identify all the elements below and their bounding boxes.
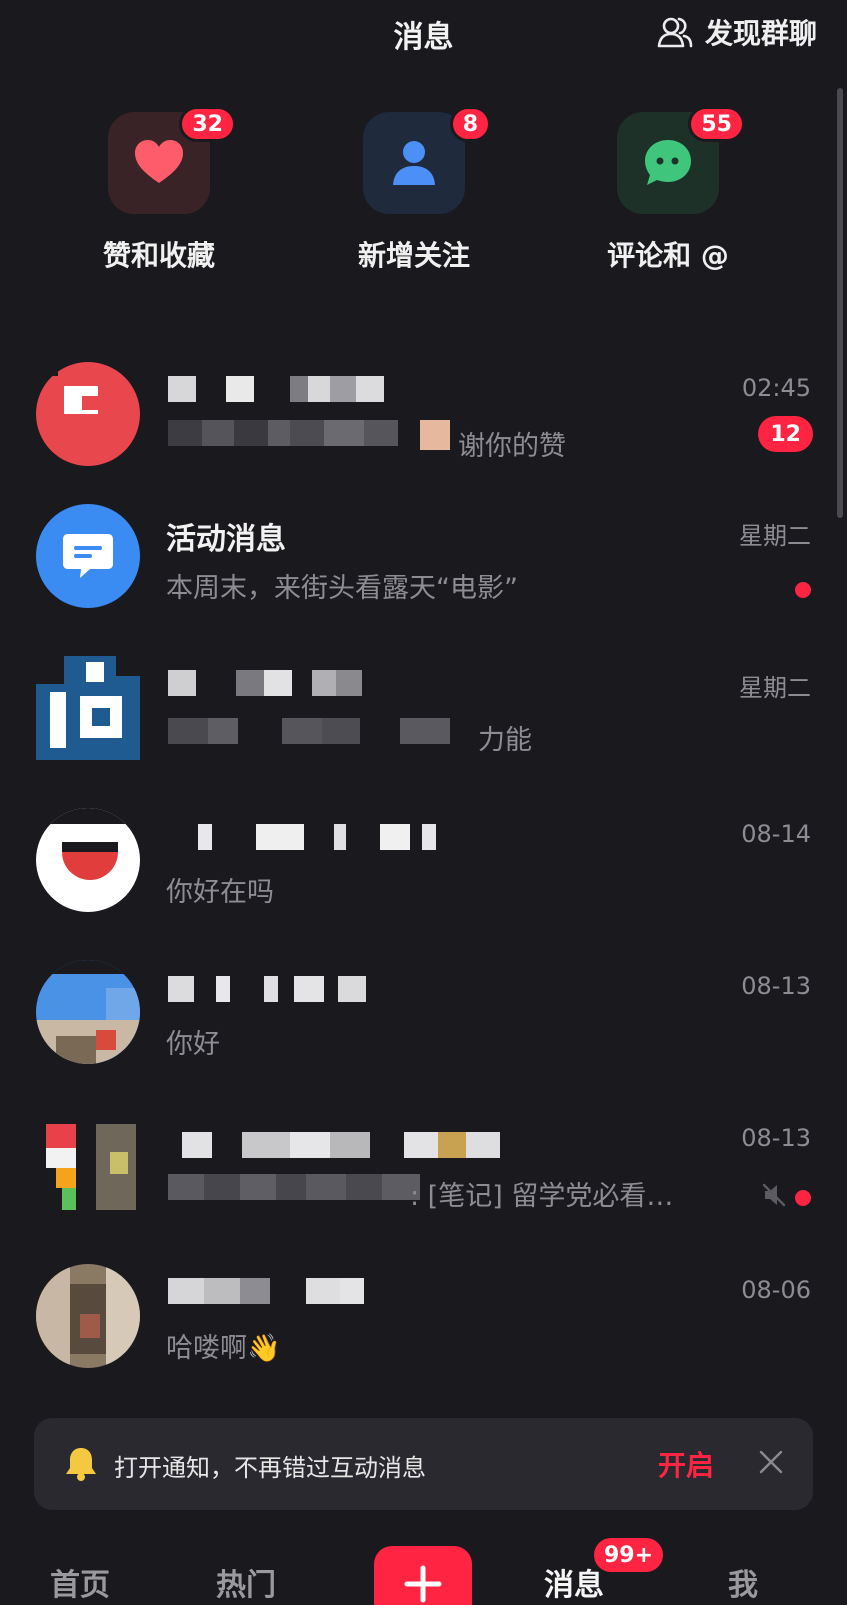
chat-item-2[interactable]: 活动消息 本周末，来街头看露天“电影” 星期二 <box>0 500 847 650</box>
chat-item-3[interactable]: 力能 星期二 <box>0 652 847 802</box>
category-comments[interactable]: 55 评论和 @ <box>588 106 748 274</box>
avatar <box>36 362 140 466</box>
blurred-name <box>168 376 384 402</box>
comments-badge: 55 <box>688 106 745 142</box>
comments-label: 评论和 @ <box>607 239 729 272</box>
avatar <box>36 960 140 1064</box>
chat-preview: 你好 <box>166 1029 220 1060</box>
tab-home[interactable]: 首页 <box>50 1560 110 1604</box>
mute-icon <box>762 1183 786 1207</box>
unread-dot <box>795 582 811 598</box>
likes-tile: 32 <box>108 106 236 214</box>
people-icon <box>657 17 693 48</box>
chat-time: 08-13 <box>741 972 811 1000</box>
blurred-name <box>168 824 436 850</box>
chat-item-4[interactable]: 你好在吗 08-14 <box>0 804 847 954</box>
blurred-name <box>168 1132 500 1158</box>
emoji-thumbnail <box>420 420 450 450</box>
chat-item-7[interactable]: 哈喽啊👋 08-06 <box>0 1260 847 1410</box>
bottom-tab-bar: 首页 热门 消息 99+ 我 <box>0 1510 847 1605</box>
followers-label: 新增关注 <box>357 239 470 272</box>
followers-badge: 8 <box>449 106 491 142</box>
activity-message-icon <box>63 534 113 578</box>
blurred-name <box>168 670 362 696</box>
comments-tile: 55 <box>617 106 745 214</box>
chat-preview: 你好在吗 <box>166 877 274 908</box>
notification-banner: 打开通知，不再错过互动消息 开启 <box>34 1418 813 1510</box>
chat-preview: 哈喽啊👋 <box>166 1333 281 1364</box>
chat-time: 08-14 <box>741 820 811 848</box>
heart-icon <box>135 140 183 183</box>
bell-icon <box>66 1448 96 1481</box>
discover-label: 发现群聊 <box>704 17 817 50</box>
chat-name: 活动消息 <box>166 522 286 557</box>
avatar <box>36 504 140 608</box>
chat-time: 星期二 <box>739 522 811 550</box>
close-icon[interactable] <box>755 1446 787 1478</box>
banner-text: 打开通知，不再错过互动消息 <box>114 1454 426 1482</box>
avatar <box>36 1112 140 1216</box>
likes-badge: 32 <box>179 106 236 142</box>
enable-notifications-button[interactable]: 开启 <box>658 1444 714 1484</box>
category-likes[interactable]: 32 赞和收藏 <box>79 106 239 274</box>
chat-item-5[interactable]: 你好 08-13 <box>0 956 847 1106</box>
avatar <box>36 1264 140 1368</box>
chat-preview: 本周末，来街头看露天“电影” <box>166 573 518 604</box>
unread-badge: 12 <box>758 416 813 452</box>
blurred-preview <box>168 718 450 744</box>
plus-icon <box>404 1565 442 1603</box>
chat-time: 08-06 <box>741 1276 811 1304</box>
likes-label: 赞和收藏 <box>102 239 215 272</box>
person-icon <box>393 141 435 185</box>
blurred-name <box>168 976 366 1002</box>
chat-bubble-icon <box>645 140 691 185</box>
category-new-followers[interactable]: 8 新增关注 <box>334 106 494 274</box>
header: 消息 发现群聊 <box>0 0 847 70</box>
blurred-preview <box>168 420 398 446</box>
chat-preview: : [笔记] 留学党必看… <box>410 1181 674 1212</box>
discover-group-chat-button[interactable]: 发现群聊 <box>655 12 817 52</box>
chat-item-1[interactable]: 谢你的赞 02:45 12 <box>0 358 847 508</box>
chat-time: 02:45 <box>741 374 811 402</box>
chat-preview: 谢你的赞 <box>458 431 566 462</box>
avatar <box>36 808 140 912</box>
blurred-name <box>168 1278 364 1304</box>
tab-messages[interactable]: 消息 <box>544 1560 604 1604</box>
chat-time: 星期二 <box>739 674 811 702</box>
chat-time: 08-13 <box>741 1124 811 1152</box>
blurred-preview <box>168 1174 420 1200</box>
tab-hot[interactable]: 热门 <box>216 1560 276 1604</box>
messages-tab-badge: 99+ <box>594 1538 664 1572</box>
unread-dot <box>795 1190 811 1206</box>
tab-me[interactable]: 我 <box>728 1560 758 1604</box>
chat-preview: 力能 <box>478 725 532 756</box>
chat-item-6[interactable]: : [笔记] 留学党必看… 08-13 <box>0 1108 847 1258</box>
followers-tile: 8 <box>363 106 491 214</box>
post-button[interactable] <box>374 1546 472 1605</box>
avatar <box>36 656 140 760</box>
